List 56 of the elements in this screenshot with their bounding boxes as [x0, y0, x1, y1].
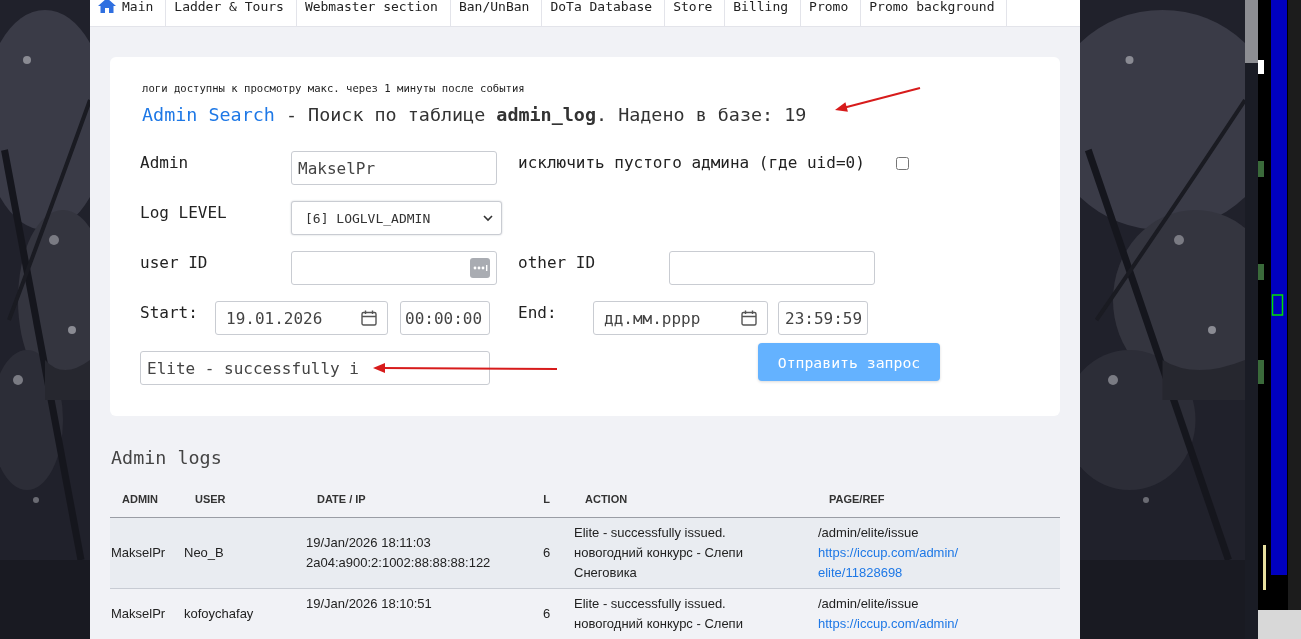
field-label: user ID: [140, 252, 209, 274]
nav-tab[interactable]: Main: [94, 0, 167, 26]
section-title: Admin logs: [111, 446, 223, 470]
table-cell: MakselPr: [110, 588, 183, 639]
ref-link[interactable]: https://iccup.com/admin/elite/11828698: [818, 543, 961, 583]
action-field[interactable]: Elite - successfully i: [140, 351, 490, 385]
table-cell: MakselPr: [110, 517, 183, 589]
field-label: Start:: [140, 302, 199, 324]
nav-tab[interactable]: Ladder & Tours: [166, 0, 297, 26]
page-path: /admin/elite/issue: [818, 524, 920, 542]
page-path: /admin/elite/issue: [818, 595, 920, 613]
admin-field[interactable]: MakselPr: [291, 151, 497, 185]
nav-tab[interactable]: Webmaster section: [296, 0, 451, 26]
date-text: 19/Jan/2026 18:10:51: [306, 595, 433, 613]
date-field[interactable]: 19.01.2026: [215, 301, 388, 335]
search-link[interactable]: Admin Search: [142, 104, 275, 125]
time-field[interactable]: 00:00:00: [400, 301, 490, 335]
search-heading: Admin Search - Поиск по таблице admin_log. Надено в базе: 19: [142, 103, 808, 127]
table-cell: 6: [520, 517, 573, 589]
ip-text: 2a04:a900:2:1002:88:88:88:122: [306, 554, 492, 572]
column-header: DATE / IP: [305, 481, 520, 518]
table-cell: Neo_B: [183, 517, 305, 589]
calendar-icon[interactable]: [361, 310, 377, 326]
nav-tab[interactable]: Ban/UnBan: [450, 0, 543, 26]
nav-tab[interactable]: Billing: [725, 0, 802, 26]
column-header: ADMIN: [110, 481, 183, 518]
field-label: Log LEVEL: [140, 202, 228, 224]
nav-tab[interactable]: Promo background: [861, 0, 1008, 26]
level-select[interactable]: [6] LOGLVL_ADMIN: [291, 201, 502, 235]
field-label: End:: [518, 302, 558, 324]
scrollbar-thumb[interactable]: [1245, 0, 1258, 63]
other-id-field[interactable]: [669, 251, 875, 285]
field-label: Admin: [140, 152, 190, 174]
column-header: USER: [183, 481, 305, 518]
column-header: L: [520, 481, 573, 518]
chevron-icon: [483, 214, 493, 222]
table-cell: 6: [520, 588, 573, 639]
user-id-field[interactable]: [291, 251, 497, 285]
date-field[interactable]: дд.мм.рррр: [593, 301, 768, 335]
column-header: PAGE/REF: [817, 481, 1060, 518]
calendar-icon[interactable]: [741, 310, 757, 326]
home-icon: [98, 0, 116, 13]
checkbox-label: исключить пустого админа (где uid=0): [518, 152, 863, 174]
exclude-checkbox[interactable]: [896, 157, 909, 170]
nav-tab[interactable]: Promo: [801, 0, 862, 26]
column-header: ACTION: [573, 481, 817, 518]
nav-tab[interactable]: DoTa Database: [542, 0, 666, 26]
info-note: логи доступны к просмотру макс. через 1 минуты после события: [141, 81, 526, 95]
date-text: 19/Jan/2026 18:11:03: [306, 534, 432, 552]
time-field[interactable]: 23:59:59: [778, 301, 868, 335]
nav-tab[interactable]: Store: [665, 0, 726, 26]
ref-link[interactable]: https://iccup.com/admin/: [818, 614, 961, 634]
field-label: other ID: [518, 252, 597, 274]
action-text: Elite - successfully issued. новогодний конкурс - Слепи Снеговика: [574, 524, 744, 582]
table-cell: kofoychafay: [183, 588, 305, 639]
action-text: Elite - successfully issued. новогодний конкурс - Слепи: [574, 595, 744, 633]
